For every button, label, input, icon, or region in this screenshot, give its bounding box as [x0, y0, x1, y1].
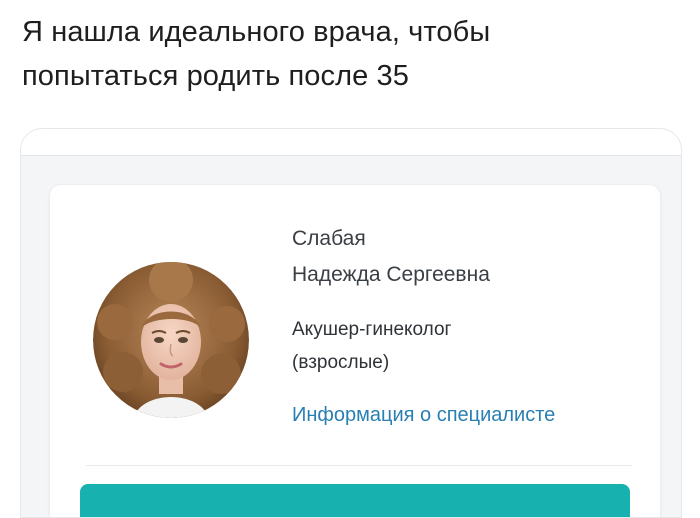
specialist-info-link[interactable]: Информация о специалисте: [292, 400, 652, 430]
doctor-last-name: Слабая: [292, 227, 366, 250]
doctor-specialty: Акушер-гинеколог: [292, 319, 452, 340]
embedded-app-screenshot: Слабая Надежда Сергеевна Акушер-гинеколо…: [20, 128, 682, 518]
doctor-avatar: [93, 262, 249, 418]
doctor-info: Слабая Надежда Сергеевна Акушер-гинеколо…: [292, 221, 652, 430]
card-divider: [86, 465, 632, 466]
app-top-strip: [21, 129, 681, 156]
doctor-card[interactable]: Слабая Надежда Сергеевна Акушер-гинеколо…: [49, 184, 661, 517]
caption-line-1: Я нашла идеального врача, чтобы: [22, 16, 491, 48]
post-caption: Я нашла идеального врача, чтобы попытать…: [22, 10, 682, 98]
doctor-specialty-block: Акушер-гинеколог (взрослые): [292, 313, 652, 379]
doctor-specialty-note: (взрослые): [292, 352, 390, 373]
book-appointment-button[interactable]: [80, 484, 630, 517]
caption-line-2: попытаться родить после 35: [22, 60, 409, 92]
doctor-first-name: Надежда Сергеевна: [292, 263, 490, 286]
doctor-avatar-photo: [93, 262, 249, 418]
